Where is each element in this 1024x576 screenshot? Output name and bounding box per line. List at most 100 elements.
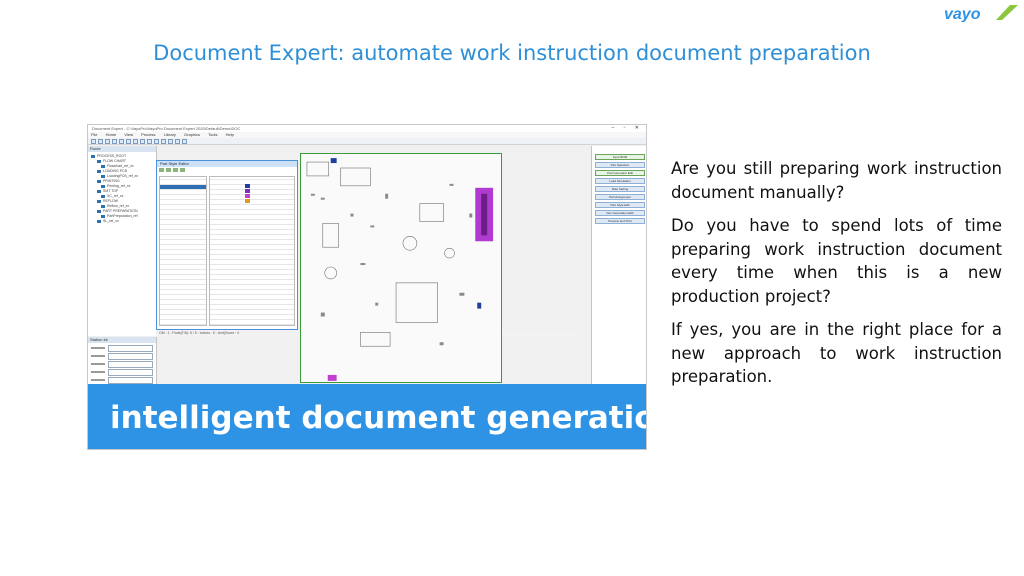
property-row (91, 368, 153, 376)
copy-icon[interactable] (166, 168, 171, 172)
delete-icon[interactable] (173, 168, 178, 172)
property-input[interactable] (108, 376, 153, 384)
station-properties-title: Station kit (88, 337, 156, 343)
menu-help[interactable]: Help (226, 132, 234, 137)
tree-item-label: REFLOW (103, 199, 118, 203)
question-paragraph: Do you have to spend lots of time prepar… (671, 216, 1002, 306)
tree-item-label: SL_ref_xx (103, 219, 119, 223)
folder-icon (91, 154, 95, 158)
answer-paragraph: If yes, you are in the right place for a… (671, 320, 1002, 386)
window-title: Document Expert - C:\VayoPro\VayoPro Doc… (92, 126, 241, 131)
tree-item-label: SMT TOP (103, 189, 119, 193)
color-swatch[interactable] (245, 189, 250, 193)
tree-item-label: FLOW CHART (103, 159, 127, 163)
editor-toolbar (157, 167, 297, 175)
tree-item-label: SC_ref_xx (107, 194, 124, 198)
process-step-button[interactable]: Preview and Print (595, 218, 645, 224)
process-steps-title (592, 146, 646, 152)
folder-icon (101, 184, 105, 188)
color-icon[interactable] (180, 168, 185, 172)
print-icon[interactable] (175, 138, 180, 144)
app-screenshot: Document Expert - C:\VayoPro\VayoPro Doc… (87, 124, 647, 450)
process-step-button[interactable]: Input BOM (595, 154, 645, 160)
color-swatch[interactable] (245, 194, 250, 198)
toolbar (88, 138, 646, 145)
style-list-grid[interactable] (159, 176, 207, 326)
property-row (91, 360, 153, 368)
part-style-editor[interactable]: Part Style Editor (156, 160, 298, 330)
menu-home[interactable]: Home (106, 132, 117, 137)
route-tree-title: Route (88, 146, 156, 152)
zoom-out-icon[interactable] (133, 138, 138, 144)
feature-banner: intelligent document generation (88, 384, 647, 449)
pan-icon[interactable] (154, 138, 159, 144)
zoom-in-icon[interactable] (126, 138, 131, 144)
intro-text: Are you still preparing work instruction… (671, 157, 1002, 399)
property-input[interactable] (108, 360, 153, 368)
window-titlebar: Document Expert - C:\VayoPro\VayoPro Doc… (88, 125, 646, 132)
folder-icon (97, 179, 101, 183)
tree-item-label: PRINTING (103, 179, 120, 183)
process-step-button[interactable]: Rule Setting (595, 186, 645, 192)
menu-tools[interactable]: Tools (208, 132, 217, 137)
save-icon[interactable] (105, 138, 110, 144)
window-controls[interactable]: – ▫ ✕ (611, 125, 643, 132)
route-tree-pane: Route PROCESS_ROOT FLOW CHART Flowchart_re… (88, 146, 157, 336)
slide-title: Document Expert: automate work instructi… (153, 41, 871, 65)
folder-icon (101, 214, 105, 218)
fit-icon[interactable] (140, 138, 145, 144)
tree-item-label: Reflow_ref_xx (107, 204, 130, 208)
menu-process[interactable]: Process (141, 132, 155, 137)
settings-icon[interactable] (182, 138, 187, 144)
measure-icon[interactable] (161, 138, 166, 144)
property-row (91, 376, 153, 384)
property-input[interactable] (108, 344, 153, 352)
color-swatch[interactable] (245, 184, 250, 188)
banner-text: intelligent document generation (110, 399, 647, 436)
property-input[interactable] (108, 352, 153, 360)
tree-item-label: LOADING PCB (103, 169, 127, 173)
folder-icon (101, 194, 105, 198)
vayo-logo-icon: vayo (944, 5, 1018, 22)
folder-icon (97, 169, 101, 173)
process-step-button[interactable]: Load Simulation (595, 178, 645, 184)
tree-item[interactable]: SL_ref_xx (88, 219, 119, 224)
folder-icon (101, 204, 105, 208)
question-paragraph: Are you still preparing work instruction… (671, 159, 1002, 202)
tree-item-label: Printing_ref_xx (107, 184, 131, 188)
menu-library[interactable]: Library (164, 132, 176, 137)
new-icon[interactable] (91, 138, 96, 144)
process-step-button[interactable]: Part Generator Edit (595, 170, 645, 176)
process-step-button[interactable]: Part Selection (595, 162, 645, 168)
tree-item-label: PROCESS_ROOT (97, 154, 127, 158)
folder-icon (97, 209, 101, 213)
redo-icon[interactable] (119, 138, 124, 144)
menu-view[interactable]: View (124, 132, 133, 137)
color-table-grid[interactable] (209, 176, 295, 326)
process-step-button[interactable]: Doc Generation Edit (595, 210, 645, 216)
undo-icon[interactable] (112, 138, 117, 144)
folder-icon (101, 164, 105, 168)
menu-graphics[interactable]: Graphics (184, 132, 200, 137)
property-row (91, 344, 153, 352)
property-row (91, 352, 153, 360)
add-icon[interactable] (159, 168, 164, 172)
svg-text:vayo: vayo (944, 6, 981, 22)
process-step-button[interactable]: Part Style Edit (595, 202, 645, 208)
tree-item-label: PartPreparation_ref (107, 214, 138, 218)
open-icon[interactable] (98, 138, 103, 144)
folder-icon (97, 199, 101, 203)
folder-icon (97, 159, 101, 163)
property-input[interactable] (108, 368, 153, 376)
pcb-layout-canvas[interactable] (300, 153, 502, 383)
menu-file[interactable]: File (91, 132, 97, 137)
folder-icon (97, 219, 101, 223)
layer-icon[interactable] (168, 138, 173, 144)
color-swatch[interactable] (245, 199, 250, 203)
folder-icon (97, 189, 101, 193)
selected-row[interactable] (160, 185, 206, 189)
tree-item-label: Flowchart_ref_xx (107, 164, 134, 168)
select-icon[interactable] (147, 138, 152, 144)
process-step-button[interactable]: Part Assignment (595, 194, 645, 200)
tree-item-label: PART PREPARATION (103, 209, 138, 213)
